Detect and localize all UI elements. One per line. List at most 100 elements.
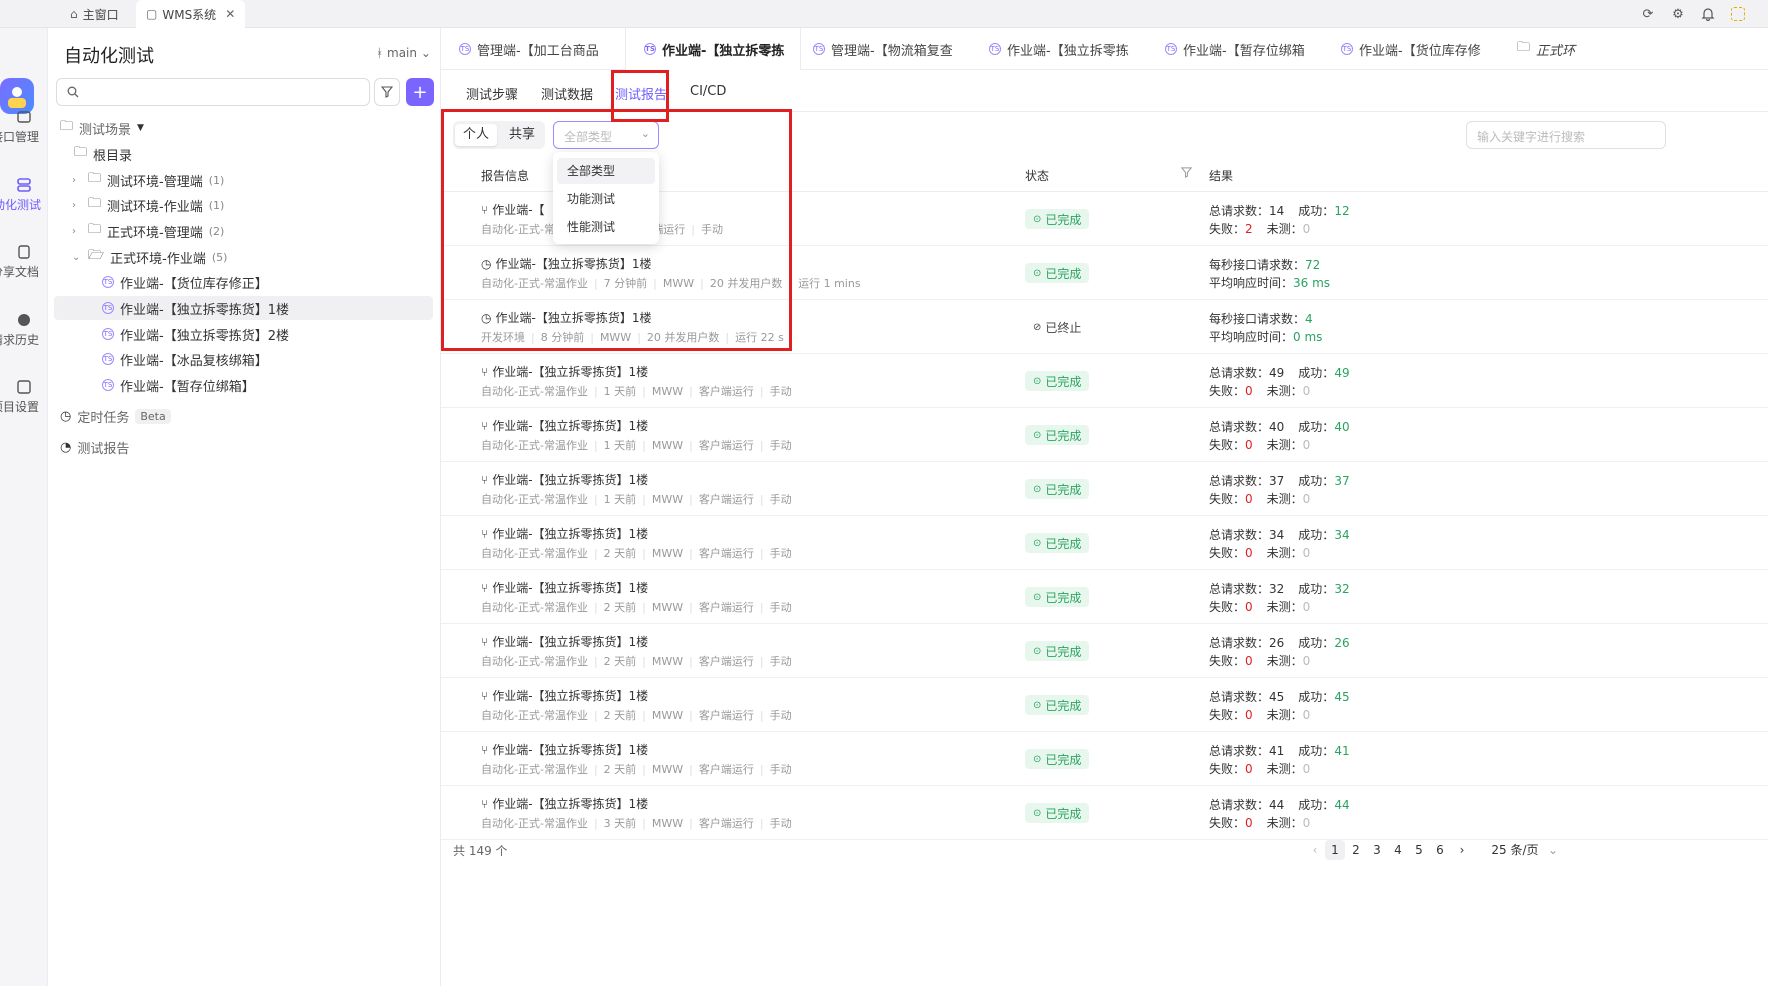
- report-title-text: 作业端-【独立拆零拣货】1楼: [492, 635, 649, 649]
- report-meta-item: MWW: [651, 709, 684, 722]
- table-row[interactable]: ⑂ 作业端-【独立拆零拣货】1楼 自动化-正式-常温作业 | 3 天前 | MWW | 客户端运…: [441, 786, 1768, 840]
- report-meta-item: 客户端运行: [698, 493, 754, 506]
- report-title: ⑂ 作业端-【独立拆零拣货】1楼: [481, 471, 648, 488]
- report-meta-item: 手动: [769, 439, 792, 452]
- report-title-text: 作业端-【独立拆零拣货】1楼: [492, 743, 649, 757]
- status-badge: ⊙ 已完成: [1025, 371, 1090, 391]
- window-tab-wms[interactable]: ▢ WMS系统 ✕: [136, 0, 246, 28]
- status-badge: ⊙ 已完成: [1025, 749, 1090, 769]
- rail-item-settings[interactable]: 项目设置: [0, 378, 48, 415]
- report-meta-item: 自动化-正式-常温作业: [481, 385, 588, 398]
- chevron-down-icon: ⌄: [1547, 843, 1559, 857]
- table-row[interactable]: ⑂ 作业端-【独立拆零拣货】1楼自动化-正式-常温作业 | 1 天前 | MWW | 客户端运…: [441, 462, 1768, 516]
- rail-item-history[interactable]: 请求历史: [0, 311, 48, 348]
- tree-folder[interactable]: › 🗀 测试环境-作业端 (1): [72, 193, 224, 217]
- page-2[interactable]: 2: [1346, 840, 1366, 860]
- rail-item-api[interactable]: 接口管理: [0, 108, 48, 145]
- page-5[interactable]: 5: [1409, 840, 1429, 860]
- window-tab-main[interactable]: ⌂ 主窗口: [60, 0, 129, 28]
- functional-test-icon: ⑂: [481, 526, 489, 541]
- result-label: 未测：: [1266, 492, 1303, 506]
- test-reports-link[interactable]: ◔ 测试报告: [60, 435, 129, 459]
- pagination-bar: 共 149 个 ‹ 1 2 3 4 5 6 › 25 条/页 ⌄: [441, 840, 1768, 870]
- page-tab[interactable]: TS 作业端-【货位库存修: [1323, 28, 1499, 70]
- result-value: 45: [1334, 690, 1350, 704]
- rail-item-autotest[interactable]: 自动化测试: [0, 176, 48, 213]
- report-meta-item: 3 天前: [603, 817, 637, 830]
- table-row[interactable]: ⑂ 作业端-【独立拆零拣货】1楼 自动化-正式-常温作业 | 1 天前 | MWW | 客户端运…: [441, 408, 1768, 462]
- page-1[interactable]: 1: [1325, 840, 1345, 860]
- result-label: 失败：: [1209, 654, 1246, 668]
- result-label: 未测：: [1266, 438, 1303, 452]
- report-meta-item: 手动: [769, 547, 792, 560]
- keyword-search-input[interactable]: 输入关键字进行搜索: [1466, 121, 1666, 149]
- page-tab[interactable]: TS 管理端-【加工台商品: [441, 28, 625, 70]
- search-input[interactable]: [56, 78, 370, 106]
- status-text: 已完成: [1045, 590, 1082, 605]
- result-line: 总请求数：34 成功：34: [1209, 526, 1350, 543]
- prev-page-icon[interactable]: ‹: [1305, 840, 1325, 860]
- page-size-select[interactable]: 25 条/页: [1481, 840, 1549, 860]
- tree-folder[interactable]: ⌄ 🗁 正式环境-作业端 (5): [72, 245, 227, 269]
- page-tab[interactable]: TS 管理端-【物流箱复查: [795, 28, 971, 70]
- page-6[interactable]: 6: [1430, 840, 1450, 860]
- table-row[interactable]: ⑂ 作业端-【独立拆零拣货】1楼 自动化-正式-常温作业 | 2 天前 | MWW | 客户端运…: [441, 732, 1768, 786]
- result-line: 失败：0 未测：0: [1209, 382, 1310, 399]
- result-value: 40: [1269, 420, 1285, 434]
- report-meta: 自动化-正式-常温作业 | 1 天前 | MWW | 客户端运行 | 手动: [481, 493, 792, 506]
- page-3[interactable]: 3: [1367, 840, 1387, 860]
- scenario-icon: TS: [102, 353, 114, 365]
- table-row[interactable]: ⑂ 作业端-【独立拆零拣货】1楼 自动化-正式-常温作业 | 2 天前 | MWW | 客户端运…: [441, 624, 1768, 678]
- report-meta-item: MWW: [651, 817, 684, 830]
- tab-cicd[interactable]: CI/CD: [690, 84, 726, 99]
- table-row[interactable]: ⑂ 作业端-【独立拆零拣货】1楼 自动化-正式-常温作业 | 2 天前 | MWW | 客户端运…: [441, 570, 1768, 624]
- page-tab-active[interactable]: TS 作业端-【独立拆零拣: [625, 28, 801, 70]
- tree-scenario[interactable]: TS 作业端-【冰品复核绑箱】: [102, 347, 268, 371]
- avatar[interactable]: [1728, 4, 1748, 24]
- scheduled-tasks[interactable]: ◷ 定时任务 Beta: [60, 404, 171, 428]
- next-page-icon[interactable]: ›: [1452, 840, 1472, 860]
- report-meta-item: 客户端运行: [698, 763, 754, 776]
- page-tab[interactable]: TS 作业端-【暂存位绑箱: [1147, 28, 1323, 70]
- report-meta-item: MWW: [651, 493, 684, 506]
- page-4[interactable]: 4: [1388, 840, 1408, 860]
- filter-icon: [381, 86, 393, 98]
- gear-icon[interactable]: ⚙: [1668, 4, 1688, 24]
- tree-root-scenarios[interactable]: 🗀 测试场景 ▼: [60, 116, 144, 140]
- table-row[interactable]: ⑂ 作业端-【独立拆零拣货】1楼 自动化-正式-常温作业 | 2 天前 | MWW | 客户端运…: [441, 678, 1768, 732]
- table-row[interactable]: ⑂ 作业端-【独立拆零拣货】1楼 自动化-正式-常温作业 | 2 天前 | MWW | 客户端运…: [441, 516, 1768, 570]
- result-value: 0 ms: [1293, 330, 1323, 344]
- tab-test-steps[interactable]: 测试步骤: [466, 84, 518, 103]
- tree-scenario[interactable]: TS 作业端-【货位库存修正】: [102, 270, 268, 294]
- result-label: 未测：: [1266, 654, 1303, 668]
- tree-folder[interactable]: › 🗀 测试环境-管理端 (1): [72, 168, 224, 192]
- result-value: 0: [1245, 438, 1253, 452]
- tree-scenario-selected[interactable]: TS 作业端-【独立拆零拣货】1楼: [54, 296, 433, 320]
- report-meta-item: 手动: [769, 817, 792, 830]
- rail-item-docs[interactable]: 分享文档: [0, 243, 48, 280]
- tab-test-data[interactable]: 测试数据: [541, 84, 593, 103]
- result-line: 失败：0 未测：0: [1209, 760, 1310, 777]
- page-tab[interactable]: TS 作业端-【独立拆零拣: [971, 28, 1147, 70]
- scenario-sidebar: 自动化测试 ᚼ main ⌄ + 🗀 测试场景 ▼ 🗀 根目录 › 🗀 测试环境-管理端(…: [48, 28, 441, 986]
- tree-scenario[interactable]: TS 作业端-【独立拆零拣货】2楼: [102, 322, 289, 346]
- report-meta-item: MWW: [651, 601, 684, 614]
- nav-rail: 接口管理 自动化测试 分享文档 请求历史 项目设置: [0, 28, 48, 986]
- tree-folder[interactable]: › 🗀 正式环境-管理端 (2): [72, 219, 224, 243]
- page-tab[interactable]: 🗀 正式环: [1499, 28, 1589, 70]
- tree-scenario[interactable]: TS 作业端-【暂存位绑箱】: [102, 373, 255, 397]
- table-row[interactable]: ⑂ 作业端-【独立拆零拣货】1楼 自动化-正式-常温作业 | 1 天前 | MWW | 客户端运…: [441, 354, 1768, 408]
- filter-button[interactable]: [374, 78, 400, 106]
- result-label: 失败：: [1209, 762, 1246, 776]
- add-button[interactable]: +: [406, 78, 434, 106]
- branch-selector[interactable]: ᚼ main ⌄: [376, 46, 431, 60]
- filter-icon[interactable]: [1180, 167, 1193, 181]
- tree-folder-root[interactable]: 🗀 根目录: [74, 142, 132, 166]
- close-icon[interactable]: ✕: [225, 7, 235, 21]
- result-label: 成功：: [1298, 636, 1335, 650]
- bell-icon[interactable]: [1698, 4, 1718, 24]
- report-meta-item: 客户端运行: [698, 385, 754, 398]
- home-icon: ⌂: [70, 7, 78, 21]
- refresh-icon[interactable]: ⟳: [1638, 4, 1658, 24]
- result-label: 总请求数：: [1209, 366, 1270, 380]
